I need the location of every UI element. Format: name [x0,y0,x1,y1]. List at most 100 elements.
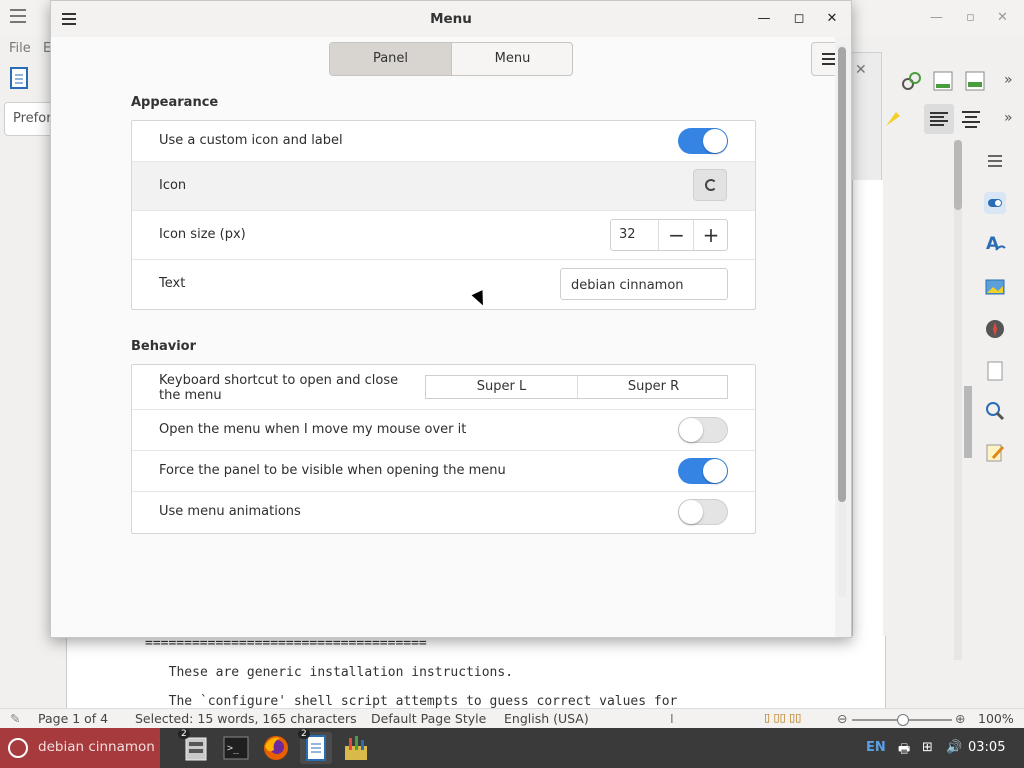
document-line: The `configure' shell script attempts to… [153,694,678,709]
writer-badge: 2 [298,729,310,739]
zoom-in-icon[interactable]: ⊕ [955,711,965,726]
increment-button[interactable]: + [693,220,728,250]
custom-icon-label: Use a custom icon and label [159,133,343,148]
header-footer-icon[interactable] [964,70,986,92]
appearance-heading: Appearance [131,95,219,110]
behavior-heading: Behavior [131,339,197,354]
svg-text:A: A [986,234,1000,254]
sidebar-menu-icon[interactable] [984,150,1006,172]
menu-settings-dialog: Menu — ◻ ✕ Panel Menu Appearance Use a c… [50,0,852,638]
animations-switch[interactable] [678,499,728,525]
hover-open-label: Open the menu when I move my mouse over … [159,422,467,437]
align-left-icon[interactable] [924,104,954,134]
menu-text-input[interactable] [569,274,723,296]
firefox-taskbar-icon[interactable] [260,732,292,764]
background-close-icon[interactable]: ✕ [997,10,1008,25]
dialog-title: Menu [430,11,472,27]
icon-size-spinbutton[interactable]: 32 − + [610,219,728,251]
minimize-icon[interactable]: — [756,11,772,26]
navigator-icon[interactable] [984,318,1006,340]
taskbar: debian cinnamon 2 >_ 2 EN 🖶 ⊞ 🔊 03:05 [0,728,1024,768]
hover-open-switch[interactable] [678,417,728,443]
zoom-level[interactable]: 100% [978,711,1014,726]
document-page[interactable]: ==================================== The… [66,636,886,709]
shortcut-primary-button[interactable]: Super L [426,376,577,398]
manage-changes-icon[interactable] [984,442,1006,464]
footnote-icon[interactable] [932,70,954,92]
tab-panel[interactable]: Panel [330,43,451,75]
icon-size-value[interactable]: 32 [619,227,636,242]
force-panel-switch[interactable] [678,458,728,484]
gallery-icon[interactable] [984,276,1006,298]
text-language[interactable]: English (USA) [504,711,589,726]
decrement-button[interactable]: − [658,220,694,250]
custom-icon-switch[interactable] [678,128,728,154]
custom-icon-row: Use a custom icon and label [132,121,755,162]
background-maximize-icon[interactable]: ▫ [966,10,975,25]
maximize-icon[interactable]: ◻ [791,11,807,26]
background-menu-icon[interactable] [10,9,26,23]
style-inspector-icon[interactable] [984,400,1006,422]
animations-row: Use menu animations [132,492,755,532]
menu-text-field[interactable] [560,268,728,300]
icon-size-label: Icon size (px) [159,227,246,242]
force-panel-label: Force the panel to be visible when openi… [159,463,506,478]
text-row: Text [132,260,755,308]
selection-count: Selected: 15 words, 165 characters [135,711,357,726]
shortcut-buttons: Super L Super R [425,375,728,399]
keyboard-layout-indicator[interactable]: EN [866,740,886,755]
svg-text:>_: >_ [227,743,240,754]
text-label: Text [159,276,186,291]
page-style[interactable]: Default Page Style [371,711,486,726]
tab-menu[interactable]: Menu [451,43,572,75]
highlight-icon[interactable] [882,108,904,130]
printer-icon[interactable]: 🖶 [898,740,910,762]
statusbar: ✎ Page 1 of 4 Selected: 15 words, 165 ch… [0,708,1024,729]
start-menu-label: debian cinnamon [38,739,155,755]
overflow-chevron-icon[interactable]: » [1004,72,1024,94]
network-icon[interactable]: ⊞ [922,740,933,755]
zoom-out-icon[interactable]: ⊖ [837,711,847,726]
clock[interactable]: 03:05 [968,740,1005,755]
volume-icon[interactable]: 🔊 [946,740,962,755]
right-toolbar: » » [886,64,1024,144]
icon-row: Icon [132,162,755,211]
dialog-titlebar[interactable]: Menu — ◻ ✕ [51,1,851,37]
hover-open-row: Open the menu when I move my mouse over … [132,410,755,451]
view-layout-icons[interactable]: ▯ ▯▯ ▯▯ [764,711,801,724]
background-dialog-close-icon[interactable]: ✕ [855,62,867,78]
zoom-slider-knob[interactable] [897,714,909,726]
page-icon[interactable] [984,360,1006,382]
sidebar-collapse-handle[interactable] [964,386,972,458]
dialog-scrollbar-thumb[interactable] [838,47,846,502]
insert-mode-icon[interactable]: I [670,711,674,726]
document-scrollbar[interactable] [954,140,962,660]
sidebar-deck: A [976,140,1014,480]
terminal-taskbar-icon[interactable]: >_ [220,732,252,764]
shortcut-label: Keyboard shortcut to open and close the … [159,373,399,403]
align-center-icon[interactable] [960,108,982,130]
start-menu-button[interactable]: debian cinnamon [0,728,160,768]
shortcut-secondary-button[interactable]: Super R [577,376,729,398]
settings-taskbar-icon[interactable] [340,732,372,764]
properties-icon[interactable] [984,192,1006,214]
animations-label: Use menu animations [159,504,301,519]
menu-file[interactable]: File [9,41,31,56]
appearance-card: Use a custom icon and label Icon Icon si… [131,120,756,310]
new-document-icon[interactable] [8,66,34,92]
icon-chooser-button[interactable] [693,169,727,201]
document-line: ==================================== [145,636,427,651]
overflow-chevron-icon-2[interactable]: » [1004,110,1024,132]
behavior-card: Keyboard shortcut to open and close the … [131,364,756,534]
debian-logo-icon [8,738,28,758]
document-scrollbar-thumb[interactable] [954,140,962,210]
background-minimize-icon[interactable]: — [930,10,943,25]
close-icon[interactable]: ✕ [824,11,840,26]
shortcut-row: Keyboard shortcut to open and close the … [132,365,755,410]
link-icon[interactable] [900,70,922,92]
icon-label: Icon [159,178,187,193]
styles-icon[interactable]: A [984,232,1006,254]
page-count[interactable]: Page 1 of 4 [38,711,108,726]
document-line: These are generic installation instructi… [153,665,514,680]
dialog-scrollbar[interactable] [838,45,846,597]
